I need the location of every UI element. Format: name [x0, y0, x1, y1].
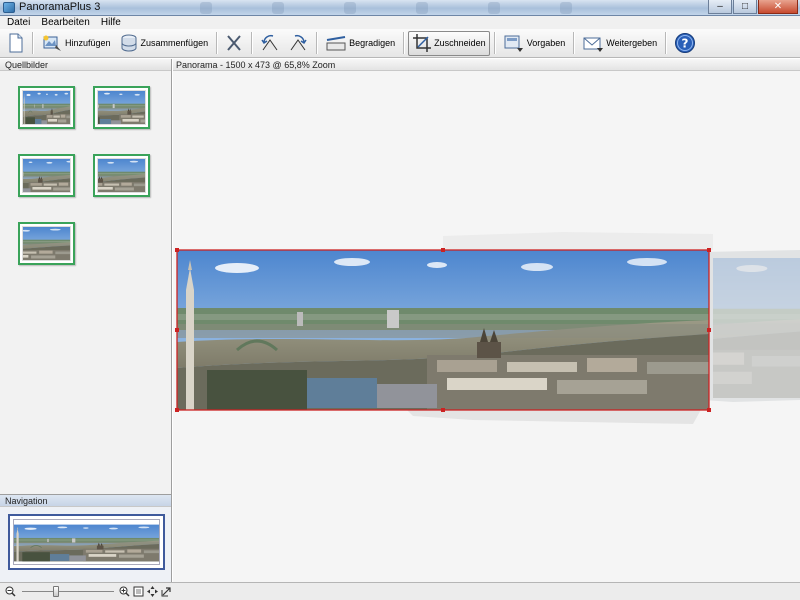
crop-handle-left[interactable] — [175, 328, 179, 332]
stitch-icon — [121, 34, 137, 52]
share-button-label: Weitergeben — [606, 38, 658, 48]
remove-x-icon — [227, 35, 241, 51]
source-thumbnail[interactable] — [18, 222, 75, 265]
rotate-right-button[interactable] — [284, 31, 312, 56]
straighten-icon — [326, 36, 346, 51]
zoom-in-icon[interactable] — [118, 586, 130, 598]
toolbar-separator — [493, 32, 495, 54]
status-bar — [0, 582, 800, 600]
svg-text:?: ? — [682, 37, 689, 51]
zoom-out-icon[interactable] — [4, 586, 16, 598]
help-icon: ? — [675, 33, 696, 53]
toolbar: Hinzufügen Zusammenfügen Begradigen Zusc… — [0, 29, 800, 58]
stitch-button-label: Zusammenfügen — [140, 38, 209, 48]
straighten-button[interactable]: Begradigen — [321, 31, 399, 56]
fullscreen-icon[interactable] — [160, 586, 172, 598]
source-thumbnail[interactable] — [18, 86, 75, 129]
panorama-workspace: Panorama - 1500 x 473 @ 65,8% Zoom — [173, 59, 800, 582]
help-button[interactable]: ? — [670, 31, 700, 56]
window-title: PanoramaPlus 3 — [19, 1, 101, 13]
add-button-label: Hinzufügen — [65, 38, 111, 48]
add-images-icon — [43, 35, 61, 51]
pan-icon[interactable] — [146, 586, 158, 598]
menu-hilfe[interactable]: Hilfe — [97, 16, 125, 29]
title-bar: PanoramaPlus 3 – □ ✕ — [0, 0, 800, 16]
thumbnail-image — [22, 226, 71, 261]
panorama-info: Panorama - 1500 x 473 @ 65,8% Zoom — [173, 59, 800, 71]
maximize-button[interactable]: □ — [733, 0, 757, 14]
source-thumbnail[interactable] — [18, 154, 75, 197]
toolbar-separator — [403, 32, 405, 54]
straighten-button-label: Begradigen — [349, 38, 396, 48]
rotate-left-icon — [261, 34, 278, 51]
panorama-canvas[interactable] — [173, 72, 800, 582]
toolbar-separator — [665, 32, 667, 54]
fit-to-window-icon[interactable] — [132, 586, 144, 598]
title-bar-background-icons — [200, 2, 660, 14]
crop-handle-top[interactable] — [441, 248, 445, 252]
crop-handle-top-right[interactable] — [707, 248, 711, 252]
navigation-preview — [13, 519, 160, 565]
share-button[interactable]: Weitergeben — [578, 31, 661, 56]
crop-icon — [413, 34, 432, 52]
crop-button[interactable]: Zuschneiden — [408, 30, 490, 56]
thumbnail-image — [97, 158, 146, 193]
presets-icon — [504, 35, 523, 52]
add-button[interactable]: Hinzufügen — [37, 31, 115, 56]
crop-button-label: Zuschneiden — [434, 38, 486, 48]
source-thumbnail[interactable] — [93, 86, 150, 129]
source-thumbnail[interactable] — [93, 154, 150, 197]
new-document-icon — [9, 33, 23, 53]
crop-handle-bottom-left[interactable] — [175, 408, 179, 412]
navigation-panel: Navigation — [0, 494, 172, 582]
toolbar-separator — [216, 32, 218, 54]
rotate-right-icon — [290, 34, 307, 51]
crop-handle-bottom[interactable] — [441, 408, 445, 412]
rotate-left-button[interactable] — [256, 31, 284, 56]
crop-handle-bottom-right[interactable] — [707, 408, 711, 412]
navigation-title: Navigation — [0, 495, 171, 507]
menu-bar: Datei Bearbeiten Hilfe — [0, 16, 800, 29]
window-controls: – □ ✕ — [707, 0, 798, 15]
menu-bearbeiten[interactable]: Bearbeiten — [37, 16, 93, 29]
close-button[interactable]: ✕ — [758, 0, 798, 14]
new-button[interactable] — [4, 31, 28, 56]
zoom-slider-thumb[interactable] — [53, 586, 59, 597]
app-icon — [3, 2, 15, 13]
navigation-viewport[interactable] — [8, 514, 165, 570]
toolbar-separator — [251, 32, 253, 54]
toolbar-separator — [32, 32, 33, 54]
thumbnail-image — [22, 158, 71, 193]
toolbar-separator — [316, 32, 318, 54]
zoom-slider-track — [22, 591, 114, 592]
thumbnail-image — [97, 90, 146, 125]
source-images-title: Quellbilder — [0, 59, 171, 71]
zoom-slider[interactable] — [22, 586, 114, 597]
panorama-image — [177, 250, 709, 410]
menu-datei[interactable]: Datei — [3, 16, 34, 29]
thumbnail-image — [22, 90, 71, 125]
toolbar-separator — [573, 32, 575, 54]
source-images-panel: Quellbilder — [0, 59, 172, 494]
presets-button[interactable]: Vorgaben — [499, 31, 570, 56]
remove-button[interactable] — [221, 31, 247, 56]
crop-handle-right[interactable] — [707, 328, 711, 332]
crop-handle-top-left[interactable] — [175, 248, 179, 252]
stitch-button[interactable]: Zusammenfügen — [115, 31, 213, 56]
presets-button-label: Vorgaben — [526, 38, 566, 48]
minimize-button[interactable]: – — [708, 0, 732, 14]
share-envelope-icon — [583, 37, 604, 52]
